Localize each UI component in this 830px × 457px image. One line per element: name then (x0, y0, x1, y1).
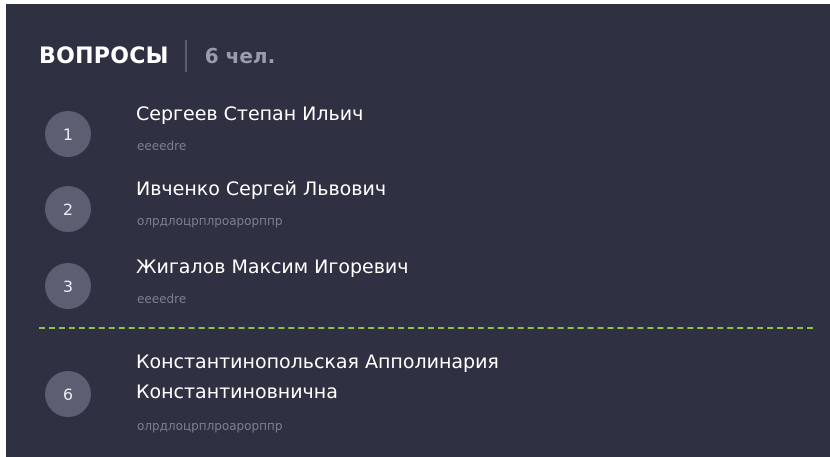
person-subtitle: eeeedre (137, 139, 187, 153)
queue-number-badge: 1 (45, 111, 91, 157)
header-separator (184, 40, 187, 72)
list-item[interactable]: 6 Константинопольская Апполинария Конста… (6, 347, 830, 442)
queue-number-badge: 6 (45, 371, 91, 417)
panel-header: ВОПРОСЫ 6 чел. (39, 38, 275, 74)
list-item[interactable]: 1 Сергеев Степан Ильич eeeedre (6, 98, 830, 158)
person-name-line-1: Константинопольская Апполинария (136, 351, 499, 373)
panel-title: ВОПРОСЫ (39, 43, 169, 69)
questions-panel: ВОПРОСЫ 6 чел. 1 Сергеев Степан Ильич ee… (6, 4, 830, 457)
person-name-line-2: Константиновнична (136, 381, 338, 403)
person-name: Ивченко Сергей Львович (136, 178, 387, 200)
person-name: Жигалов Максим Игоревич (136, 256, 409, 278)
list-item[interactable]: 2 Ивченко Сергей Львович олрдлоцрплроаро… (6, 174, 830, 234)
list-item[interactable]: 3 Жигалов Максим Игоревич eeeedre (6, 252, 830, 312)
queue-number-badge: 2 (45, 186, 91, 232)
queue-number-badge: 3 (45, 263, 91, 309)
person-subtitle: олрдлоцрплроарорппр (137, 419, 283, 433)
participant-count: 6 чел. (204, 44, 276, 68)
queue-divider (39, 327, 813, 329)
person-subtitle: олрдлоцрплроарорппр (137, 214, 283, 228)
person-name: Сергеев Степан Ильич (136, 103, 364, 125)
person-subtitle: eeeedre (137, 292, 187, 306)
